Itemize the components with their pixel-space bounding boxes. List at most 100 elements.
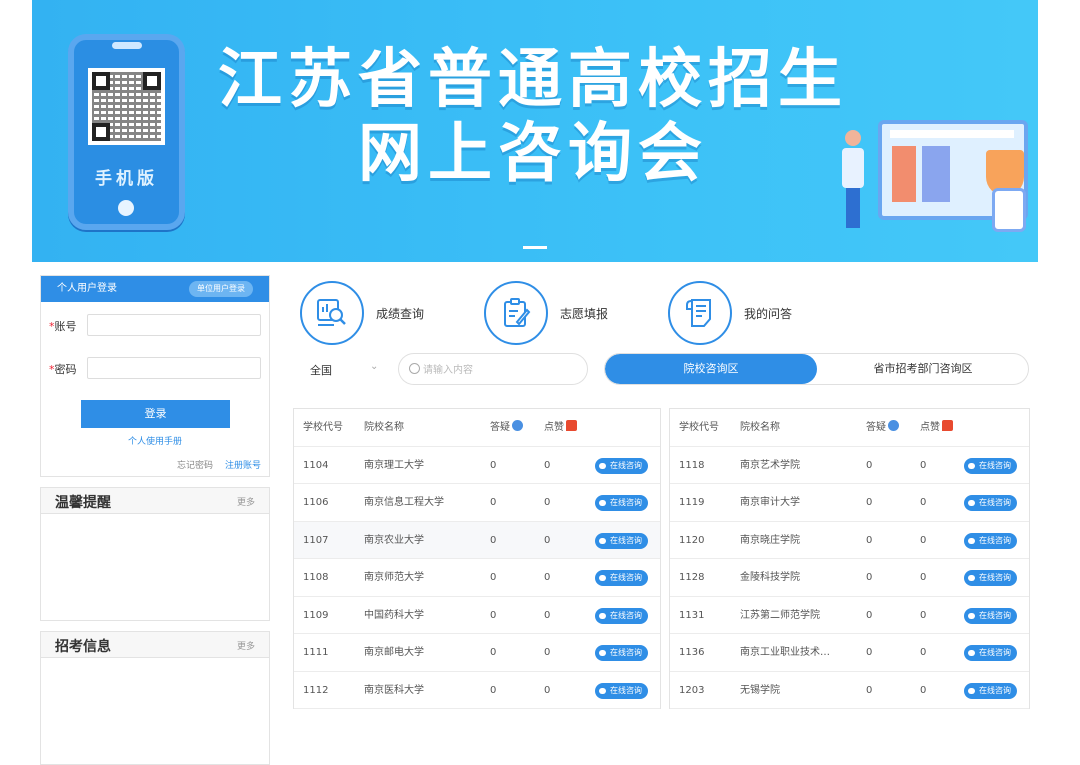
school-code: 1119 <box>679 497 705 508</box>
register-link[interactable]: 注册账号 <box>225 458 261 471</box>
tab-exam-department-consult[interactable]: 省市招考部门咨询区 <box>817 354 1028 384</box>
reminder-more-link[interactable]: 更多 <box>237 495 255 508</box>
header-code: 学校代号 <box>303 422 343 433</box>
table-row: 1108 南京师范大学 0 0 在线咨询 <box>294 559 660 597</box>
search-icon <box>409 363 420 374</box>
quick-link-qa[interactable]: 我的问答 <box>668 281 828 345</box>
thumbs-up-icon <box>566 420 577 431</box>
chat-bubble-icon <box>512 420 523 431</box>
admission-info-title: 招考信息 <box>55 639 111 655</box>
chat-icon <box>599 687 606 694</box>
header-questions: 答疑 <box>490 409 523 446</box>
online-consult-button[interactable]: 在线咨询 <box>964 495 1017 511</box>
carousel-indicator[interactable] <box>523 246 547 249</box>
online-consult-button[interactable]: 在线咨询 <box>964 570 1017 586</box>
search-input[interactable] <box>423 360 573 380</box>
chat-icon <box>968 687 975 694</box>
region-select[interactable]: 全国 <box>310 362 332 378</box>
header-name: 院校名称 <box>740 422 780 433</box>
question-count: 0 <box>490 684 497 696</box>
chat-icon <box>968 575 975 581</box>
online-consult-label: 在线咨询 <box>610 460 642 470</box>
tab-unit-login[interactable]: 单位用户登录 <box>189 281 253 297</box>
online-consult-button[interactable]: 在线咨询 <box>595 457 648 474</box>
like-count: 0 <box>920 647 927 658</box>
online-consult-button[interactable]: 在线咨询 <box>595 532 648 549</box>
online-consult-button[interactable]: 在线咨询 <box>964 607 1017 624</box>
school-name[interactable]: 南京晓庄学院 <box>740 522 860 559</box>
chat-icon <box>599 537 606 544</box>
school-name[interactable]: 无锡学院 <box>740 672 860 709</box>
question-count: 0 <box>866 609 873 621</box>
header-questions-label: 答疑 <box>490 422 510 433</box>
online-consult-button[interactable]: 在线咨询 <box>595 495 648 511</box>
question-count: 0 <box>490 534 497 546</box>
header-likes: 点赞 <box>920 409 953 446</box>
table-row: 1203 无锡学院 0 0 在线咨询 <box>670 672 1029 709</box>
table-row: 1104 南京理工大学 0 0 在线咨询 <box>294 447 660 484</box>
online-consult-button[interactable]: 在线咨询 <box>964 532 1017 549</box>
table-row: 1111 南京邮电大学 0 0 在线咨询 <box>294 634 660 672</box>
online-consult-button[interactable]: 在线咨询 <box>595 645 648 661</box>
online-consult-label: 在线咨询 <box>979 610 1011 620</box>
school-name[interactable]: 南京艺术学院 <box>740 447 860 484</box>
header-code: 学校代号 <box>679 422 719 433</box>
online-consult-label: 在线咨询 <box>610 498 642 507</box>
school-name[interactable]: 南京信息工程大学 <box>364 484 484 521</box>
account-row: *账号 <box>49 314 261 336</box>
quick-link-score-label: 成绩查询 <box>376 307 425 321</box>
school-name[interactable]: 金陵科技学院 <box>740 559 860 596</box>
school-name[interactable]: 南京医科大学 <box>364 672 484 709</box>
school-name[interactable]: 南京农业大学 <box>364 522 484 559</box>
left-sidebar: 个人用户登录 单位用户登录 *账号 *密码 登录 个人使用手册 忘记密码 注册账… <box>40 275 270 765</box>
tab-college-consult[interactable]: 院校咨询区 <box>605 354 817 384</box>
school-name[interactable]: 中国药科大学 <box>364 597 484 634</box>
chevron-down-icon[interactable]: ⌄ <box>370 361 378 372</box>
online-consult-button[interactable]: 在线咨询 <box>595 682 648 699</box>
quick-link-score[interactable]: 成绩查询 <box>300 281 460 345</box>
question-count: 0 <box>490 497 497 508</box>
login-button[interactable]: 登录 <box>81 400 230 428</box>
school-name[interactable]: 南京邮电大学 <box>364 634 484 671</box>
online-consult-button[interactable]: 在线咨询 <box>964 457 1017 474</box>
chat-icon <box>968 650 975 656</box>
tab-personal-login[interactable]: 个人用户登录 <box>57 283 117 294</box>
user-manual-link[interactable]: 个人使用手册 <box>41 434 269 447</box>
online-consult-label: 在线咨询 <box>979 498 1011 507</box>
quick-link-application[interactable]: 志愿填报 <box>484 281 644 345</box>
password-input[interactable] <box>87 357 261 379</box>
quick-link-qa-label: 我的问答 <box>744 307 793 321</box>
question-count: 0 <box>866 534 873 546</box>
school-name[interactable]: 南京工业职业技术… <box>740 634 860 671</box>
school-name[interactable]: 南京师范大学 <box>364 559 484 596</box>
phone-home-icon <box>118 200 134 216</box>
login-box: 个人用户登录 单位用户登录 *账号 *密码 登录 个人使用手册 忘记密码 注册账… <box>40 275 270 477</box>
like-count: 0 <box>920 459 927 471</box>
question-count: 0 <box>866 647 873 658</box>
qr-code-icon <box>88 68 165 145</box>
table-row: 1136 南京工业职业技术… 0 0 在线咨询 <box>670 634 1029 672</box>
online-consult-label: 在线咨询 <box>979 685 1011 695</box>
banner-title: 江苏省普通高校招生 网上咨询会 <box>208 44 858 190</box>
online-consult-button[interactable]: 在线咨询 <box>964 645 1017 661</box>
like-count: 0 <box>544 459 551 471</box>
chat-icon <box>599 650 606 656</box>
online-consult-button[interactable]: 在线咨询 <box>595 570 648 586</box>
forgot-password-link[interactable]: 忘记密码 <box>177 458 213 471</box>
school-code: 1128 <box>679 572 705 583</box>
school-name[interactable]: 江苏第二师范学院 <box>740 597 860 634</box>
score-search-icon <box>300 281 364 345</box>
mobile-version-qr-card[interactable]: 手机版 <box>68 34 185 230</box>
clipboard-edit-icon <box>484 281 548 345</box>
chat-icon <box>599 575 606 581</box>
school-code: 1112 <box>303 684 329 696</box>
table-row: 1109 中国药科大学 0 0 在线咨询 <box>294 597 660 634</box>
online-consult-button[interactable]: 在线咨询 <box>964 682 1017 699</box>
school-name[interactable]: 南京理工大学 <box>364 447 484 484</box>
table-row: 1119 南京审计大学 0 0 在线咨询 <box>670 484 1029 522</box>
online-consult-button[interactable]: 在线咨询 <box>595 607 648 624</box>
header-questions-label: 答疑 <box>866 422 886 433</box>
school-name[interactable]: 南京审计大学 <box>740 484 860 521</box>
admission-info-more-link[interactable]: 更多 <box>237 639 255 652</box>
account-input[interactable] <box>87 314 261 336</box>
